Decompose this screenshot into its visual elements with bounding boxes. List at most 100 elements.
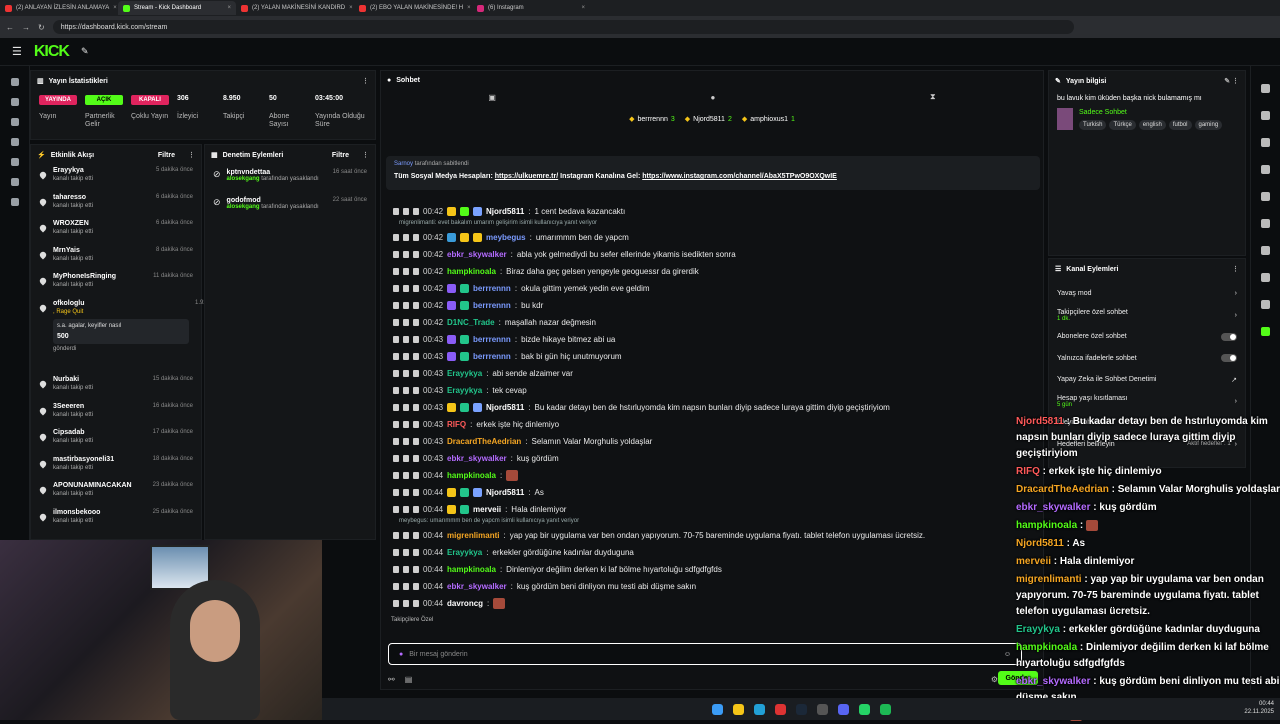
hourglass-icon[interactable] [403, 566, 409, 573]
chevron-right-icon[interactable]: › [1235, 290, 1237, 297]
pinned-message[interactable]: Sarnoy tarafından sabitlendi Tüm Sosyal … [386, 156, 1040, 190]
trash-icon[interactable] [393, 583, 399, 590]
shield-icon[interactable] [413, 353, 419, 360]
shield-icon[interactable] [413, 472, 419, 479]
hourglass-icon[interactable] [403, 387, 409, 394]
status-pill[interactable]: AÇIK [85, 95, 123, 105]
settings-icon[interactable] [10, 198, 19, 206]
activity-filter-button[interactable]: Filtre [158, 152, 175, 159]
discord-icon[interactable] [837, 703, 849, 715]
trash-icon[interactable] [393, 370, 399, 377]
menu-icon[interactable]: ☰ [12, 45, 22, 58]
chat-username[interactable]: ebkr_skywalker [447, 582, 507, 591]
trash-icon[interactable] [393, 234, 399, 241]
stream-tag[interactable]: english [1138, 119, 1166, 130]
category-name[interactable]: Sadece Sohbet [1079, 109, 1222, 116]
browser-tab[interactable]: (2) ANLAYAN İZLESİN ANLAMAYA × [0, 1, 118, 15]
hourglass-icon[interactable] [403, 506, 409, 513]
chat-username[interactable]: D1NC_Trade [447, 318, 495, 327]
hourglass-icon[interactable] [403, 583, 409, 590]
spotify-icon[interactable] [879, 703, 891, 715]
hourglass-icon[interactable] [403, 208, 409, 215]
more-icon[interactable]: ⋮ [1232, 265, 1239, 273]
shield-icon[interactable] [413, 583, 419, 590]
shield-icon[interactable] [413, 208, 419, 215]
shield-icon[interactable] [413, 285, 419, 292]
chat-username[interactable]: Erayykya [447, 548, 482, 557]
close-icon[interactable]: × [113, 5, 117, 11]
hourglass-icon[interactable] [403, 455, 409, 462]
start-icon[interactable] [711, 703, 723, 715]
close-icon[interactable]: × [349, 5, 353, 11]
trash-icon[interactable]: ▣ [488, 93, 496, 102]
chat-icon[interactable] [1261, 219, 1270, 228]
activity-user[interactable]: Nurbaki [53, 376, 93, 383]
chevron-right-icon[interactable]: › [1235, 398, 1237, 405]
bolt-icon[interactable] [1261, 165, 1270, 174]
chat-username[interactable]: meybegus [486, 233, 526, 242]
broadcast-icon[interactable] [10, 78, 19, 86]
hourglass-icon[interactable] [403, 370, 409, 377]
folder-icon[interactable] [732, 703, 744, 715]
trash-icon[interactable] [393, 489, 399, 496]
activity-user[interactable]: WROXZEN [53, 220, 93, 227]
moderation-filter-button[interactable]: Filtre [332, 152, 349, 159]
plugin-icon[interactable] [1261, 327, 1270, 336]
hourglass-icon[interactable] [403, 532, 409, 539]
chat-username[interactable]: DracardTheAedrian [447, 437, 521, 446]
wrench-icon[interactable] [1261, 273, 1270, 282]
shield-icon[interactable] [413, 319, 419, 326]
steam-icon[interactable] [795, 703, 807, 715]
gift-icon[interactable]: ▤ [405, 675, 413, 684]
toggle-switch[interactable] [1221, 332, 1237, 341]
chat-username[interactable]: hampkinoala [447, 565, 496, 574]
shield-icon[interactable] [413, 506, 419, 513]
trophy-icon[interactable] [10, 118, 19, 126]
pinned-link-2[interactable]: https://www.instagram.com/channel/AbaX5T… [642, 173, 837, 180]
trash-icon[interactable] [393, 285, 399, 292]
channel-action[interactable]: Abonelere özel sohbet [1049, 326, 1245, 348]
activity-user[interactable]: MyPhoneIsRinging [53, 273, 116, 280]
shield-icon[interactable] [1261, 138, 1270, 147]
chat-username[interactable]: Njord5811 [486, 403, 524, 412]
address-bar[interactable]: https://dashboard.kick.com/stream [52, 20, 1074, 34]
mic-icon[interactable]: ● [399, 651, 403, 658]
trash-icon[interactable] [393, 319, 399, 326]
hourglass-icon[interactable] [403, 438, 409, 445]
more-icon[interactable]: ⋮ [362, 151, 369, 159]
shield-icon[interactable] [413, 251, 419, 258]
emote-icon[interactable]: ☺ [1004, 651, 1011, 658]
hourglass-icon[interactable] [403, 421, 409, 428]
reload-icon[interactable]: ↻ [38, 23, 45, 32]
activity-user[interactable]: ilmonsbekooo [53, 509, 100, 516]
link-icon[interactable] [1261, 246, 1270, 255]
stream-tag[interactable]: gaming [1194, 119, 1223, 130]
hourglass-icon[interactable] [403, 268, 409, 275]
trash-icon[interactable] [393, 387, 399, 394]
top-chatter[interactable]: ◆ amphioxus1 1 [742, 115, 795, 124]
shield-icon[interactable] [413, 421, 419, 428]
close-icon[interactable]: × [227, 5, 231, 11]
status-pill[interactable]: YAYINDA [39, 95, 77, 105]
shield-icon[interactable] [413, 438, 419, 445]
activity-user[interactable]: ofkologlu [53, 300, 189, 307]
close-icon[interactable]: × [467, 5, 471, 11]
chart-icon[interactable] [10, 158, 19, 166]
top-chatter[interactable]: ◆ berrrennn 3 [629, 115, 675, 124]
trash-icon[interactable] [393, 532, 399, 539]
chat-username[interactable]: ebkr_skywalker [447, 250, 507, 259]
shield-icon[interactable] [413, 489, 419, 496]
dashboard-icon[interactable] [10, 98, 19, 106]
chat-username[interactable]: merveii [473, 505, 501, 514]
close-icon[interactable]: × [581, 5, 585, 11]
chrome-icon[interactable] [774, 703, 786, 715]
trash-icon[interactable] [393, 472, 399, 479]
hourglass-icon[interactable] [403, 251, 409, 258]
link-icon[interactable]: ⚯ [388, 675, 395, 684]
chat-username[interactable]: Njord5811 [486, 207, 524, 216]
edge-icon[interactable] [753, 703, 765, 715]
edit-icon[interactable] [1261, 111, 1270, 120]
settings-icon[interactable]: ⚙ [991, 675, 998, 684]
chat-username[interactable]: berrrennn [473, 352, 511, 361]
shield-icon[interactable] [413, 234, 419, 241]
